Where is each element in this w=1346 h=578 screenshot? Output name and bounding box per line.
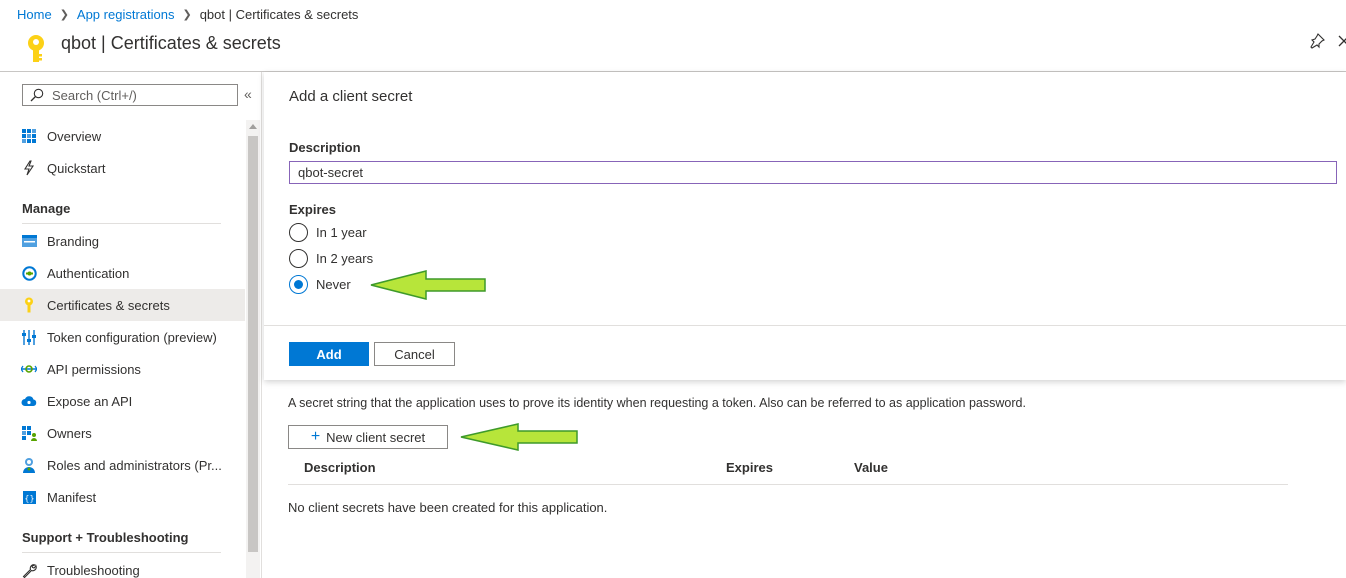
sidebar-item-label: Manifest bbox=[47, 490, 97, 505]
radio-button[interactable] bbox=[289, 248, 308, 268]
sidebar-item-quickstart[interactable]: Quickstart bbox=[0, 152, 245, 184]
panel-title: Add a client secret bbox=[289, 88, 413, 105]
scroll-thumb[interactable] bbox=[248, 136, 258, 552]
roles-icon bbox=[21, 457, 37, 473]
cancel-button[interactable]: Cancel bbox=[374, 342, 455, 366]
radio-label: In 2 years bbox=[316, 250, 374, 266]
token-config-icon bbox=[21, 329, 37, 345]
description-input[interactable] bbox=[289, 161, 1337, 184]
sidebar-item-label: Troubleshooting bbox=[47, 563, 140, 578]
sidebar-item-label: API permissions bbox=[47, 362, 141, 377]
new-client-secret-button[interactable]: + New client secret bbox=[288, 425, 448, 449]
pin-icon[interactable] bbox=[1309, 33, 1325, 49]
api-permissions-icon bbox=[21, 361, 37, 377]
section-divider bbox=[22, 552, 221, 553]
scroll-up-icon[interactable] bbox=[249, 124, 257, 129]
add-client-secret-panel: Add a client secret Description Expires … bbox=[264, 72, 1346, 380]
sidebar-search[interactable] bbox=[22, 84, 238, 106]
sidebar-item-overview[interactable]: Overview bbox=[0, 120, 245, 152]
radio-label: Never bbox=[316, 276, 351, 292]
owners-icon bbox=[21, 425, 37, 441]
sidebar-item-label: Branding bbox=[47, 234, 100, 249]
sidebar-item-troubleshooting[interactable]: Troubleshooting bbox=[0, 554, 245, 578]
sidebar-item-roles-administrators[interactable]: Roles and administrators (Pr... bbox=[0, 449, 245, 481]
overview-grid-icon bbox=[21, 128, 37, 144]
section-divider bbox=[22, 223, 221, 224]
breadcrumb: Home ❯ App registrations ❯ qbot | Certif… bbox=[17, 6, 358, 22]
chevron-right-icon: ❯ bbox=[59, 8, 69, 21]
secret-description-text: A secret string that the application use… bbox=[288, 396, 1026, 410]
breadcrumb-current: qbot | Certificates & secrets bbox=[199, 6, 359, 22]
manifest-icon: {} bbox=[21, 489, 37, 505]
lightning-icon bbox=[21, 160, 37, 176]
sidebar-item-label: Owners bbox=[47, 426, 92, 441]
chevron-right-icon: ❯ bbox=[182, 8, 192, 21]
expires-label: Expires bbox=[289, 202, 336, 217]
close-icon[interactable] bbox=[1337, 33, 1346, 49]
description-label: Description bbox=[289, 140, 361, 155]
search-icon bbox=[30, 88, 44, 102]
sidebar-item-label: Expose an API bbox=[47, 394, 133, 409]
sidebar-item-api-permissions[interactable]: API permissions bbox=[0, 353, 245, 385]
radio-option-1-year[interactable]: In 1 year bbox=[289, 222, 367, 242]
sidebar-scrollbar[interactable] bbox=[246, 120, 260, 578]
radio-option-never[interactable]: Never bbox=[289, 274, 351, 294]
search-input[interactable] bbox=[52, 87, 232, 103]
sidebar-item-token-configuration[interactable]: Token configuration (preview) bbox=[0, 321, 245, 353]
table-divider bbox=[288, 484, 1288, 485]
sidebar-item-authentication[interactable]: Authentication bbox=[0, 257, 245, 289]
plus-icon: + bbox=[310, 428, 321, 445]
sidebar-item-label: Authentication bbox=[47, 266, 130, 281]
branding-icon bbox=[21, 233, 37, 249]
sidebar-item-owners[interactable]: Owners bbox=[0, 417, 245, 449]
page-title: qbot | Certificates & secrets bbox=[61, 33, 281, 53]
key-icon bbox=[21, 297, 37, 313]
add-button[interactable]: Add bbox=[289, 342, 369, 366]
sidebar: « Overview Quickstart Manage Branding bbox=[0, 72, 262, 578]
table-header-expires[interactable]: Expires bbox=[726, 460, 773, 475]
sidebar-item-label: Token configuration (preview) bbox=[47, 330, 217, 345]
radio-label: In 1 year bbox=[316, 224, 367, 240]
section-title-support: Support + Troubleshooting bbox=[22, 530, 189, 545]
sidebar-item-label: Quickstart bbox=[47, 161, 106, 176]
sidebar-item-expose-api[interactable]: Expose an API bbox=[0, 385, 245, 417]
new-client-secret-label: New client secret bbox=[326, 429, 426, 445]
section-title-manage: Manage bbox=[22, 201, 71, 216]
radio-button[interactable] bbox=[289, 222, 308, 242]
sidebar-item-certificates-secrets[interactable]: Certificates & secrets bbox=[0, 289, 245, 321]
radio-option-2-years[interactable]: In 2 years bbox=[289, 248, 373, 268]
wrench-icon bbox=[21, 562, 37, 578]
sidebar-item-branding[interactable]: Branding bbox=[0, 225, 245, 257]
page-header: qbot | Certificates & secrets bbox=[0, 28, 1346, 62]
cloud-icon bbox=[21, 393, 37, 409]
sidebar-item-label: Overview bbox=[47, 129, 102, 144]
table-header-description[interactable]: Description bbox=[304, 460, 376, 475]
key-icon bbox=[28, 35, 44, 62]
panel-divider bbox=[264, 325, 1346, 326]
svg-text:{}: {} bbox=[24, 494, 34, 503]
sidebar-item-manifest[interactable]: {} Manifest bbox=[0, 481, 245, 513]
authentication-icon bbox=[21, 265, 37, 281]
collapse-sidebar-icon[interactable]: « bbox=[244, 86, 252, 102]
annotation-arrow-icon bbox=[460, 423, 578, 451]
empty-state-text: No client secrets have been created for … bbox=[288, 500, 608, 515]
sidebar-item-label: Roles and administrators (Pr... bbox=[47, 458, 222, 473]
radio-button-selected[interactable] bbox=[289, 274, 308, 294]
table-header-value[interactable]: Value bbox=[854, 460, 888, 475]
breadcrumb-app-registrations[interactable]: App registrations bbox=[77, 7, 175, 22]
breadcrumb-home[interactable]: Home bbox=[17, 7, 52, 22]
sidebar-item-label: Certificates & secrets bbox=[47, 298, 170, 313]
annotation-arrow-icon bbox=[370, 270, 486, 300]
